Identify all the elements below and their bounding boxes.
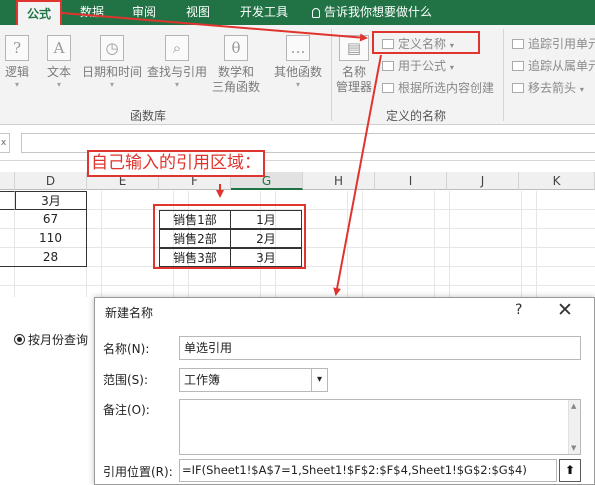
table-right-border — [86, 191, 87, 267]
defined-names-group-label: 定义的名称 — [386, 109, 447, 123]
cell-d-row2[interactable]: 110 — [15, 229, 87, 248]
cell-d-row3[interactable]: 28 — [15, 248, 87, 267]
ribbon: ? 逻辑 ▾ A 文本 ▾ ◷ 日期和时间 ▾ ⌕ 查找与引用 ▾ θ 数学和 … — [0, 25, 595, 125]
magnifier-book-icon: ⌕ — [165, 35, 189, 61]
logical-label: 逻辑 — [4, 65, 29, 79]
ribbon-tab-bar: 公式 数据 审阅 视图 开发工具 告诉我你想要做什么 — [0, 0, 595, 25]
scope-field-label: 范围(S): — [103, 373, 149, 387]
remove-arrows-label: 移去箭头 — [528, 81, 577, 95]
trace-precedents-icon — [512, 39, 524, 49]
table-bottom-border — [0, 266, 87, 267]
remove-arrows-icon — [512, 83, 524, 93]
new-name-dialog: 新建名称 ? ✕ 名称(N): 单选引用 范围(S): 工作簿 ▾ 备注(O):… — [94, 297, 595, 485]
chevron-down-icon: ▾ — [56, 80, 61, 89]
define-name-highlight — [372, 31, 480, 54]
lookup-reference-label: 查找与引用 — [146, 65, 207, 79]
tell-me-box[interactable]: 告诉我你想要做什么 — [312, 0, 448, 25]
chevron-down-icon: ▾ — [449, 63, 454, 72]
logical-button[interactable]: ? 逻辑 ▾ — [2, 35, 32, 90]
month-query-radio[interactable]: 按月份查询 — [14, 331, 88, 348]
function-library-group-label: 函数库 — [130, 109, 167, 123]
more-functions-label: 其他函数 — [273, 65, 322, 79]
group-divider — [331, 29, 332, 121]
tell-me-text: 告诉我你想要做什么 — [324, 5, 433, 19]
create-from-selection-button[interactable]: 根据所选内容创建 — [382, 79, 494, 98]
column-header-k[interactable]: K — [519, 172, 595, 190]
column-header-i[interactable]: I — [375, 172, 447, 190]
scroll-down-icon: ▼ — [571, 444, 577, 452]
scope-select[interactable]: 工作簿 ▾ — [179, 368, 328, 392]
clock-icon: ◷ — [100, 35, 124, 61]
name-manager-icon: ▤ — [339, 35, 369, 61]
month-query-label: 按月份查询 — [28, 333, 89, 347]
column-header-c[interactable] — [0, 172, 15, 190]
tab-developer[interactable]: 开发工具 — [232, 0, 296, 25]
text-button[interactable]: A 文本 ▾ — [44, 35, 74, 90]
tab-data[interactable]: 数据 — [74, 0, 110, 25]
selection-grid-icon — [382, 83, 394, 93]
math-trig-label: 数学和 三角函数 — [211, 65, 260, 94]
lookup-reference-button[interactable]: ⌕ 查找与引用 ▾ — [146, 35, 208, 90]
column-header-h[interactable]: H — [303, 172, 375, 190]
group-divider — [503, 29, 504, 121]
collapse-dialog-icon[interactable]: ⬆ — [559, 459, 581, 482]
math-trig-button[interactable]: θ 数学和 三角函数 — [210, 35, 262, 95]
more-functions-button[interactable]: … 其他函数 ▾ — [272, 35, 324, 90]
use-in-formula-label: 用于公式 — [398, 59, 447, 73]
annotation-callout: 自己输入的引用区域： — [87, 150, 265, 177]
chevron-down-icon: ▾ — [14, 80, 19, 89]
tab-formulas[interactable]: 公式 — [16, 0, 62, 25]
help-button[interactable]: ? — [515, 302, 522, 318]
trace-dependents-button[interactable]: 追踪从属单元 — [512, 57, 595, 76]
date-time-button[interactable]: ◷ 日期和时间 ▾ — [80, 35, 144, 90]
scope-value: 工作簿 — [184, 373, 221, 387]
name-field-label: 名称(N): — [103, 342, 150, 356]
tab-review[interactable]: 审阅 — [126, 0, 162, 25]
chevron-down-icon: ▾ — [295, 80, 300, 89]
comment-textarea[interactable]: ▲ ▼ — [179, 399, 581, 455]
trace-dependents-label: 追踪从属单元 — [528, 59, 595, 73]
refers-to-label: 引用位置(R): — [103, 465, 173, 479]
scroll-up-icon: ▲ — [571, 402, 577, 410]
remove-arrows-button[interactable]: 移去箭头 ▾ — [512, 79, 584, 98]
chevron-down-icon: ▾ — [579, 85, 584, 94]
text-label: 文本 — [46, 65, 71, 79]
cell-d-row1[interactable]: 67 — [15, 210, 87, 229]
logical-icon: ? — [5, 35, 29, 61]
name-manager-button[interactable]: ▤ 名称 管理器 — [335, 35, 373, 95]
chevron-down-icon: ▾ — [174, 80, 179, 89]
name-box[interactable]: x — [0, 133, 10, 153]
name-input[interactable]: 单选引用 — [179, 336, 581, 360]
column-header-d[interactable]: D — [15, 172, 87, 190]
date-time-label: 日期和时间 — [81, 65, 142, 79]
cell-c-header[interactable] — [0, 191, 15, 210]
more-functions-icon: … — [286, 35, 310, 61]
theta-icon: θ — [224, 35, 248, 61]
comment-scrollbar[interactable]: ▲ ▼ — [568, 400, 580, 454]
name-manager-label: 名称 管理器 — [335, 65, 372, 94]
trace-dependents-icon — [512, 61, 524, 71]
create-from-selection-label: 根据所选内容创建 — [398, 81, 495, 95]
formula-icon — [382, 61, 394, 71]
close-button[interactable]: ✕ — [557, 299, 573, 321]
text-icon: A — [47, 35, 71, 61]
lightbulb-icon — [312, 7, 320, 18]
cell-d-header[interactable]: 3月 — [15, 191, 87, 210]
column-header-j[interactable]: J — [447, 172, 519, 190]
trace-precedents-button[interactable]: 追踪引用单元 — [512, 35, 595, 54]
refers-to-input[interactable]: =IF(Sheet1!$A$7=1,Sheet1!$F$2:$F$4,Sheet… — [179, 459, 557, 482]
radio-selected-icon — [14, 334, 25, 345]
comment-field-label: 备注(O): — [103, 403, 150, 417]
ref-table-highlight — [153, 204, 306, 269]
use-in-formula-button[interactable]: 用于公式 ▾ — [382, 57, 454, 76]
chevron-down-icon: ▾ — [109, 80, 114, 89]
tab-view[interactable]: 视图 — [180, 0, 216, 25]
dialog-title: 新建名称 — [105, 306, 154, 320]
trace-precedents-label: 追踪引用单元 — [528, 37, 595, 51]
chevron-down-icon: ▾ — [311, 369, 327, 391]
